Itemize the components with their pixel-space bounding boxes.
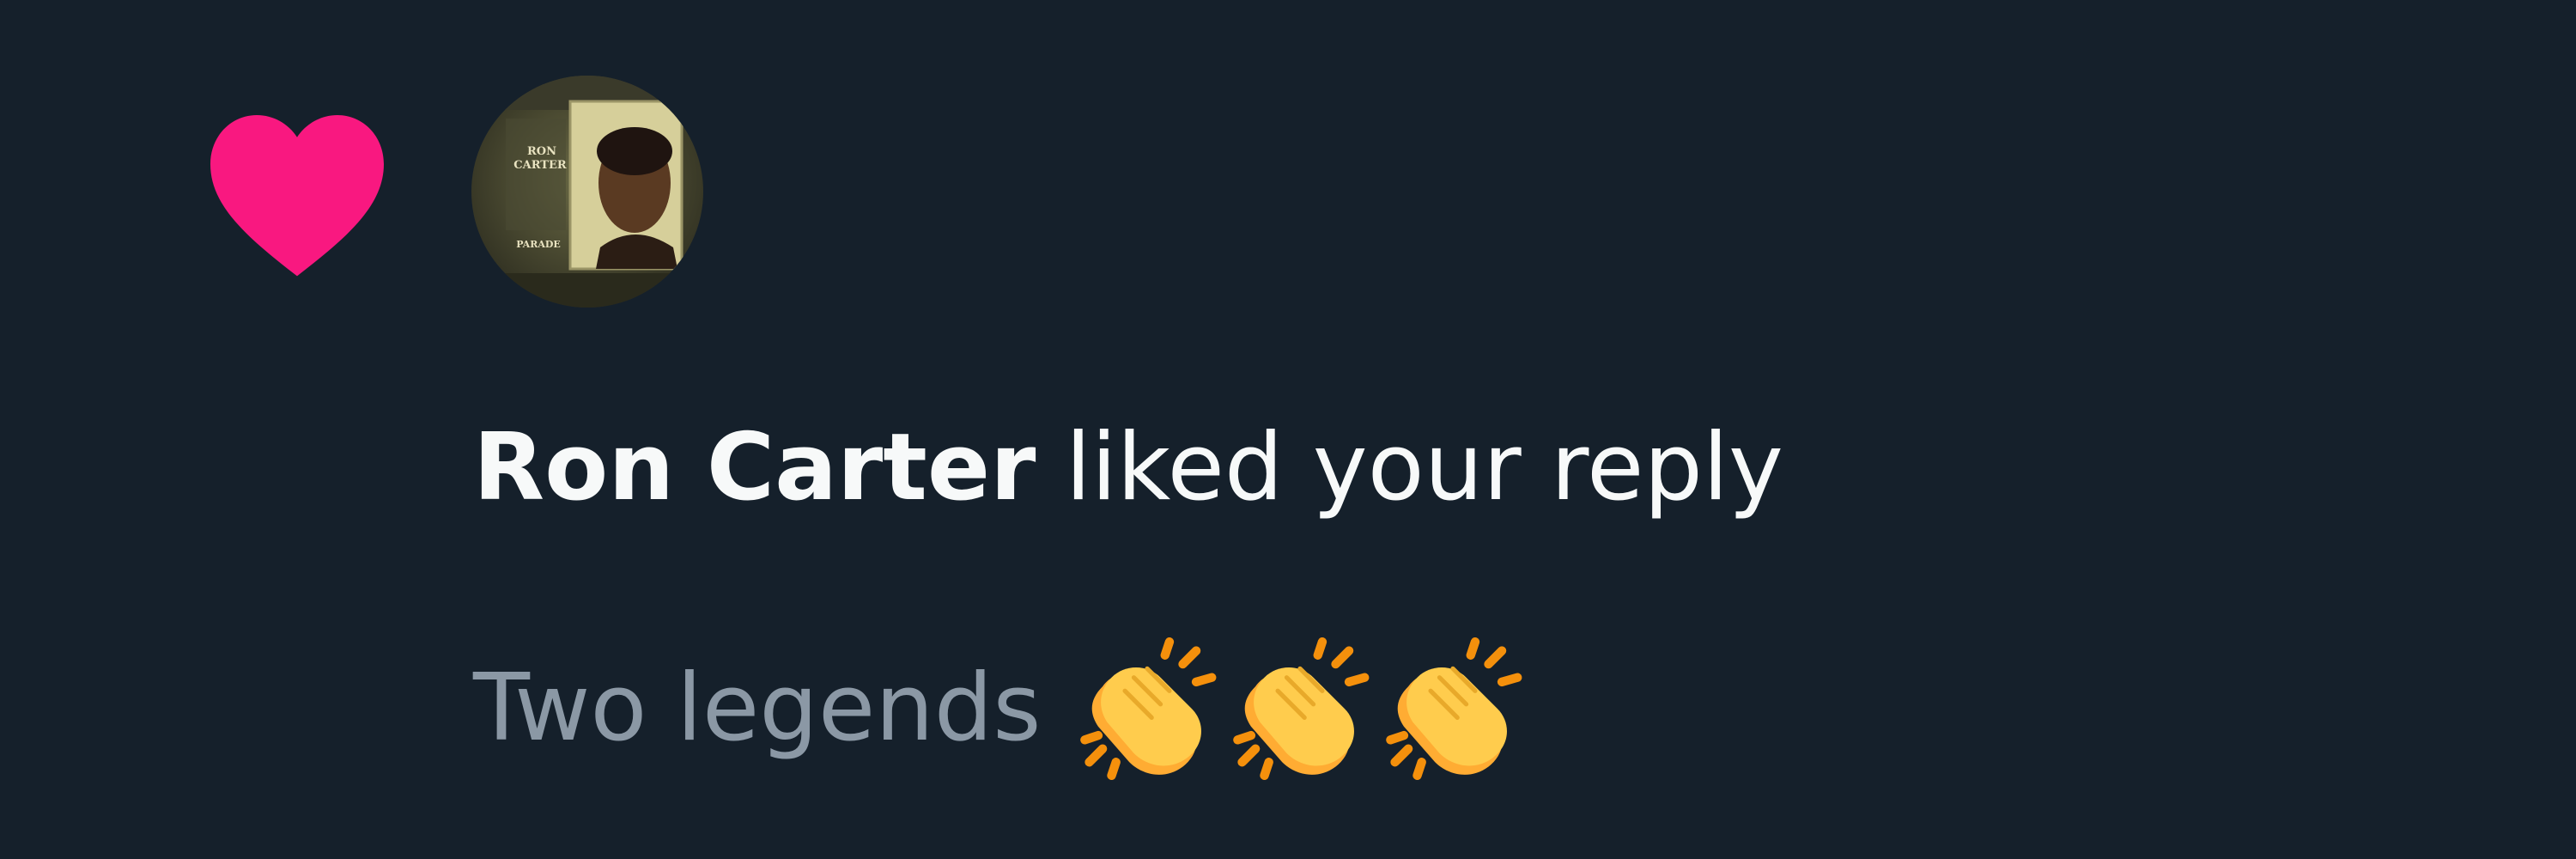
clap-icon — [1232, 637, 1369, 780]
reply-text: Two legends — [473, 655, 1042, 762]
clap-icon — [1079, 637, 1216, 780]
clap-icon — [1385, 637, 1522, 780]
user-name-link[interactable]: Ron Carter — [473, 414, 1036, 521]
action-text: liked your reply — [1065, 414, 1783, 521]
album-text-parade: PARADE — [516, 239, 561, 250]
avatar[interactable]: RON CARTER PARADE — [471, 76, 703, 308]
like-notification[interactable]: RON CARTER PARADE Ron Carter liked your … — [0, 0, 2576, 859]
album-text-carter: CARTER — [513, 159, 567, 172]
notification-headline: Ron Carter liked your reply — [473, 408, 1783, 528]
clap-emoji-row — [1076, 637, 1534, 780]
album-text-ron: RON — [527, 145, 556, 158]
heart-icon — [210, 115, 384, 277]
reply-preview[interactable]: Two legends — [473, 637, 1534, 780]
